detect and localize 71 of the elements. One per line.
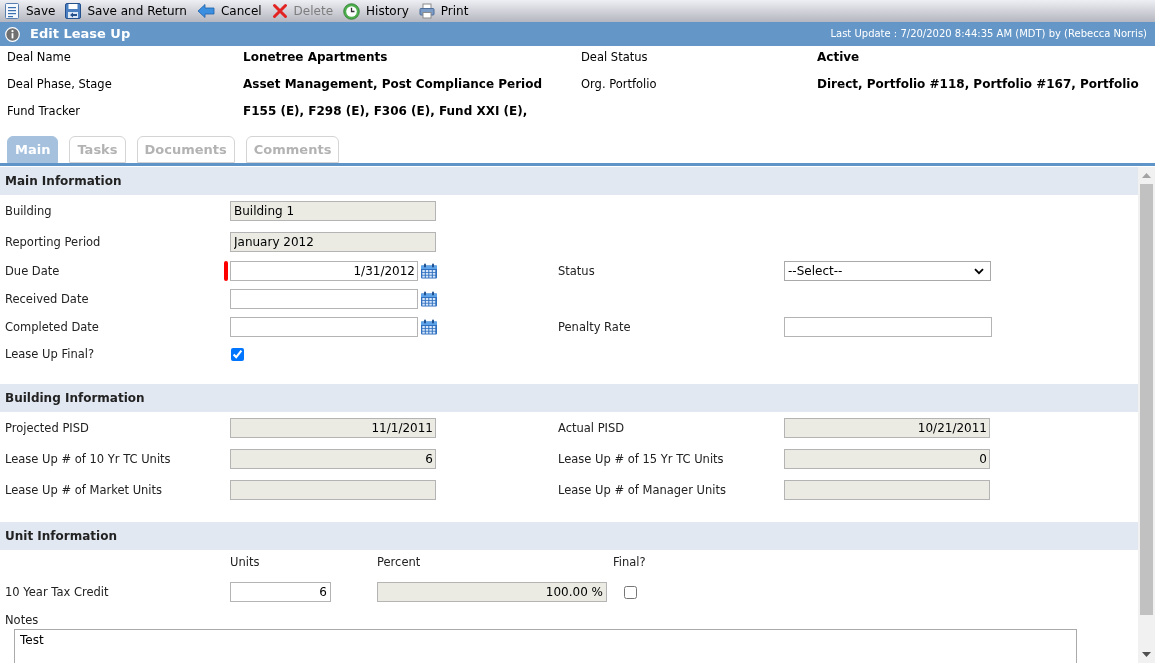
field-label: Lease Up Final? xyxy=(5,347,95,361)
date-field[interactable]: 1/31/2012 xyxy=(230,261,418,281)
dropdown[interactable]: --Select-- xyxy=(784,261,991,281)
scrollbar-track[interactable] xyxy=(1138,167,1155,663)
info-value: F155 (E), F298 (E), F306 (E), Fund XXI (E), xyxy=(243,104,528,118)
document-icon xyxy=(4,3,20,19)
readonly-field[interactable]: 10/21/2011 xyxy=(784,417,990,438)
checkbox[interactable] xyxy=(231,347,244,361)
field-label: Lease Up # of 10 Yr TC Units xyxy=(5,451,171,466)
date-field[interactable] xyxy=(230,317,418,337)
info-label: Deal Status xyxy=(581,50,648,64)
readonly-field[interactable] xyxy=(230,479,436,500)
history-button[interactable]: History xyxy=(343,2,409,20)
column-header: Final? xyxy=(613,555,646,569)
column-header: Units xyxy=(230,555,260,569)
notes-field[interactable]: Test xyxy=(14,629,1077,663)
readonly-field[interactable]: 100.00 % xyxy=(377,582,607,602)
calendar-icon[interactable] xyxy=(420,319,438,335)
readonly-field[interactable]: 6 xyxy=(230,448,436,469)
readonly-field[interactable]: January 2012 xyxy=(230,231,436,252)
page-title: Edit Lease Up xyxy=(30,26,131,42)
readonly-field[interactable] xyxy=(784,479,990,500)
scroll-up-icon[interactable] xyxy=(1142,173,1151,178)
section-title: Unit Information xyxy=(5,529,117,543)
checkbox[interactable] xyxy=(624,585,637,599)
last-update-text: Last Update : 7/20/2020 8:44:35 AM (MDT) by (Rebecca Norris) xyxy=(830,28,1147,40)
calendar-icon[interactable] xyxy=(420,263,438,279)
field-label: Completed Date xyxy=(5,320,99,334)
printer-icon xyxy=(418,3,435,19)
scroll-down-icon[interactable] xyxy=(1142,652,1151,657)
cancel-button[interactable]: Cancel xyxy=(196,3,262,19)
info-value: Direct, Portfolio #118, Portfolio #167, Portfolio xyxy=(817,77,1139,91)
readonly-field[interactable]: 0 xyxy=(784,448,990,469)
info-label: Deal Phase, Stage xyxy=(7,77,112,91)
print-button[interactable]: Print xyxy=(418,3,469,19)
save-and-return-button[interactable]: Save and Return xyxy=(65,3,187,19)
info-value: Active xyxy=(817,50,860,64)
chevron-down-icon xyxy=(974,267,984,275)
cross-icon xyxy=(271,3,288,19)
calendar-icon[interactable] xyxy=(420,291,438,307)
date-field[interactable] xyxy=(230,289,418,309)
field-label: Building xyxy=(5,203,52,218)
field-label: Received Date xyxy=(5,292,89,306)
field-label: Lease Up # of Market Units xyxy=(5,482,163,497)
arrow-left-icon xyxy=(196,3,215,19)
info-label: Org. Portfolio xyxy=(581,77,657,91)
field-label: Reporting Period xyxy=(5,234,101,249)
field-label: Status xyxy=(558,264,595,278)
input-field[interactable]: 6 xyxy=(230,582,331,602)
field-label: Penalty Rate xyxy=(558,320,631,334)
section-title: Building Information xyxy=(5,391,145,405)
field-label: Lease Up # of 15 Yr TC Units xyxy=(558,451,724,466)
info-value: Lonetree Apartments xyxy=(243,50,388,64)
field-label: Actual PISD xyxy=(558,420,625,435)
clock-icon xyxy=(343,2,361,20)
info-value: Asset Management, Post Compliance Period xyxy=(243,77,543,91)
readonly-field[interactable]: Building 1 xyxy=(230,200,436,221)
readonly-field[interactable]: 11/1/2011 xyxy=(230,417,436,438)
info-icon xyxy=(5,26,20,42)
scrollbar-thumb[interactable] xyxy=(1140,184,1153,615)
input-field[interactable] xyxy=(784,317,992,337)
field-label: Due Date xyxy=(5,264,60,278)
section-title: Main Information xyxy=(5,174,122,188)
field-label: Projected PISD xyxy=(5,420,89,435)
save-button[interactable]: Save xyxy=(4,3,56,19)
info-label: Deal Name xyxy=(7,50,71,64)
info-label: Fund Tracker xyxy=(7,104,80,118)
column-header: Percent xyxy=(377,555,421,569)
field-label: 10 Year Tax Credit xyxy=(5,585,109,599)
field-label: Lease Up # of Manager Units xyxy=(558,482,726,497)
field-label: Notes xyxy=(5,612,39,627)
